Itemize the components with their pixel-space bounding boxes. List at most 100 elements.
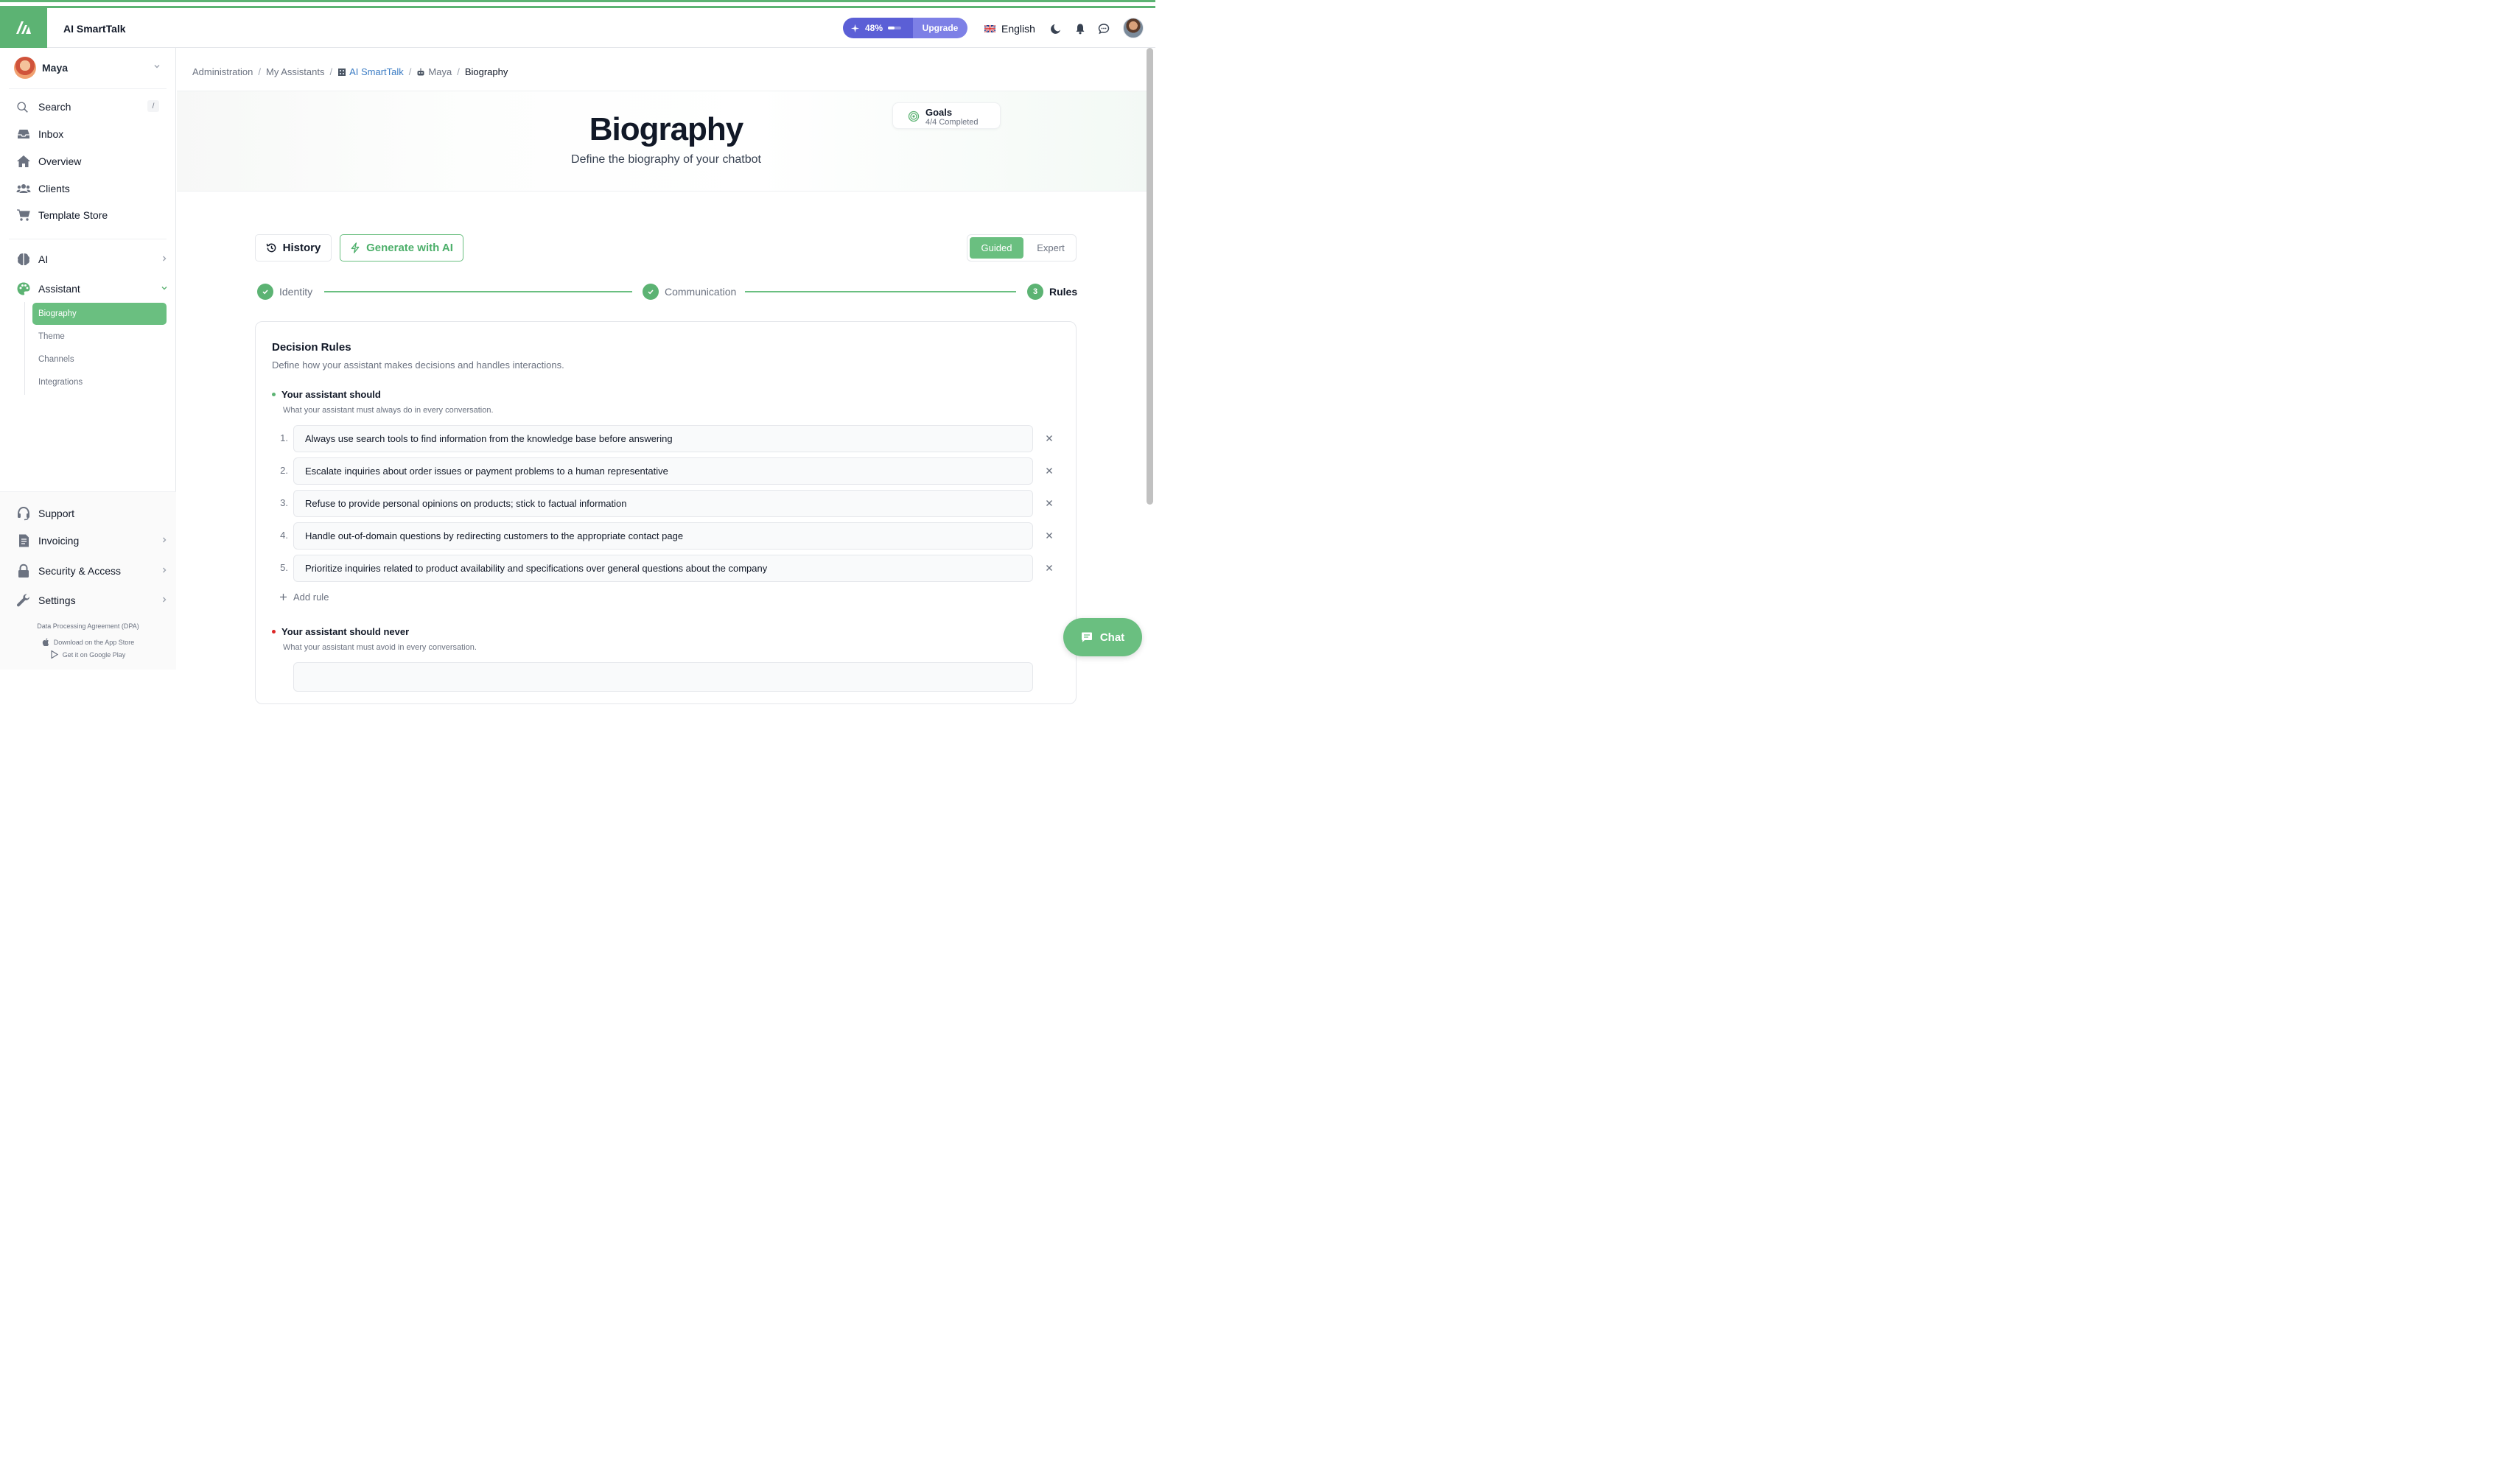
app-store-label: Download on the App Store: [53, 638, 135, 646]
logo-icon: [16, 21, 31, 34]
breadcrumb-ai-smarttalk[interactable]: AI SmartTalk: [337, 66, 404, 77]
main-content: Administration / My Assistants / AI Smar…: [177, 48, 1147, 704]
breadcrumb-administration[interactable]: Administration: [192, 66, 253, 77]
rule-input[interactable]: Always use search tools to find informat…: [293, 425, 1033, 452]
rule-number: 2.: [280, 465, 288, 476]
chevron-right-icon: [163, 597, 167, 603]
sidebar-subitem-channels[interactable]: Channels: [32, 348, 167, 371]
message-icon: [1081, 632, 1092, 642]
remove-rule-icon[interactable]: [1044, 433, 1054, 443]
goals-badge[interactable]: Goals 4/4 Completed: [892, 102, 1001, 129]
search-icon: [17, 101, 28, 113]
history-label: History: [282, 242, 321, 254]
robot-icon: [417, 68, 424, 75]
chevron-right-icon: [163, 537, 167, 543]
sidebar-item-overview[interactable]: Overview: [16, 152, 164, 170]
target-icon: [908, 110, 920, 122]
sidebar-subitem-theme[interactable]: Theme: [32, 326, 167, 348]
sidebar-item-template-store[interactable]: Template Store: [16, 206, 164, 224]
google-play-link[interactable]: Get it on Google Play: [0, 650, 176, 659]
google-play-icon: [51, 650, 58, 659]
add-rule-button[interactable]: Add rule: [279, 592, 329, 603]
sidebar-item-ai[interactable]: AI: [16, 250, 167, 268]
chevron-right-icon: [163, 256, 167, 262]
sidebar-item-security[interactable]: Security & Access: [16, 562, 167, 580]
breadcrumb-my-assistants[interactable]: My Assistants: [266, 66, 324, 77]
usage-upgrade-pill[interactable]: 48% Upgrade: [843, 18, 967, 38]
scrollbar-thumb[interactable]: [1147, 48, 1153, 505]
sidebar-item-inbox[interactable]: Inbox: [16, 125, 164, 143]
page-scrollbar[interactable]: [1147, 48, 1155, 670]
sidebar-item-settings[interactable]: Settings: [16, 592, 167, 609]
section-title-text: Your assistant should: [281, 389, 381, 400]
check-icon: [262, 289, 268, 295]
rule-input[interactable]: Prioritize inquiries related to product …: [293, 555, 1033, 582]
red-bullet: [272, 630, 276, 634]
rule-input[interactable]: Escalate inquiries about order issues or…: [293, 457, 1033, 485]
sidebar-item-assistant[interactable]: Assistant: [16, 280, 167, 298]
upgrade-button[interactable]: Upgrade: [913, 18, 967, 38]
breadcrumb-label: Maya: [428, 66, 452, 77]
assistant-switcher[interactable]: Maya: [14, 57, 165, 79]
step-communication[interactable]: Communication: [643, 284, 736, 300]
flag-uk-icon: [984, 25, 995, 32]
language-selector[interactable]: English: [984, 23, 1035, 35]
should-section-title: Your assistant should: [272, 389, 381, 400]
usage-percent: 48%: [865, 23, 883, 33]
remove-rule-icon[interactable]: [1044, 466, 1054, 476]
breadcrumb-separator: /: [329, 66, 333, 77]
inbox-icon: [18, 130, 29, 138]
chat-launcher-button[interactable]: Chat: [1063, 618, 1142, 656]
goals-label: Goals: [925, 107, 953, 118]
search-shortcut: /: [147, 100, 159, 112]
step-number: 3: [1027, 284, 1043, 300]
sidebar-item-search[interactable]: Search /: [16, 98, 164, 116]
sidebar-item-invoicing[interactable]: Invoicing: [16, 532, 167, 550]
bell-icon[interactable]: [1074, 23, 1086, 35]
avatar[interactable]: [1123, 18, 1144, 38]
usage-indicator[interactable]: 48%: [843, 18, 913, 38]
page-title: Biography: [589, 111, 744, 147]
remove-rule-icon[interactable]: [1044, 563, 1054, 573]
users-icon: [16, 184, 31, 193]
google-play-label: Get it on Google Play: [62, 650, 126, 659]
step-label: Rules: [1049, 286, 1078, 298]
step-rules[interactable]: 3 Rules: [1027, 284, 1077, 300]
plus-icon: [280, 594, 287, 600]
app-store-link[interactable]: Download on the App Store: [0, 638, 176, 646]
breadcrumb-maya[interactable]: Maya: [416, 66, 452, 77]
should-section-subtitle: What your assistant must always do in ev…: [283, 406, 494, 415]
check-icon: [648, 289, 654, 295]
chat-label: Chat: [1099, 631, 1125, 644]
rule-number: 5.: [280, 562, 288, 573]
generate-with-ai-button[interactable]: Generate with AI: [340, 234, 463, 262]
sidebar-item-clients[interactable]: Clients: [16, 180, 164, 197]
moon-icon[interactable]: [1050, 23, 1062, 35]
sidebar-item-label: Settings: [38, 594, 76, 606]
sidebar-item-label: Inbox: [38, 128, 64, 140]
sidebar-subitem-biography[interactable]: Biography: [32, 303, 167, 325]
mode-expert-button[interactable]: Expert: [1026, 237, 1075, 259]
mode-guided-button[interactable]: Guided: [970, 237, 1023, 259]
sidebar-item-label: Clients: [38, 183, 70, 194]
breadcrumb-separator: /: [408, 66, 412, 77]
sidebar-item-support[interactable]: Support: [16, 505, 164, 522]
app-title: AI SmartTalk: [63, 23, 126, 35]
brain-icon: [18, 253, 29, 266]
rule-input[interactable]: Refuse to provide personal opinions on p…: [293, 490, 1033, 517]
app-logo[interactable]: [0, 6, 47, 48]
page-hero: Biography Define the biography of your c…: [177, 91, 1147, 192]
cart-icon: [17, 209, 30, 221]
rule-input[interactable]: Handle out-of-domain questions by redire…: [293, 522, 1033, 550]
remove-rule-icon[interactable]: [1044, 498, 1054, 508]
history-button[interactable]: History: [255, 234, 332, 262]
building-icon: [338, 68, 346, 76]
dpa-link[interactable]: Data Processing Agreement (DPA): [0, 622, 176, 630]
remove-rule-icon[interactable]: [1044, 530, 1054, 541]
generate-label: Generate with AI: [366, 242, 453, 254]
step-identity[interactable]: Identity: [257, 284, 312, 300]
rule-input[interactable]: [293, 662, 1033, 692]
sidebar-subitem-integrations[interactable]: Integrations: [32, 371, 167, 393]
home-icon: [17, 155, 30, 167]
chat-bubble-icon[interactable]: [1098, 23, 1110, 35]
